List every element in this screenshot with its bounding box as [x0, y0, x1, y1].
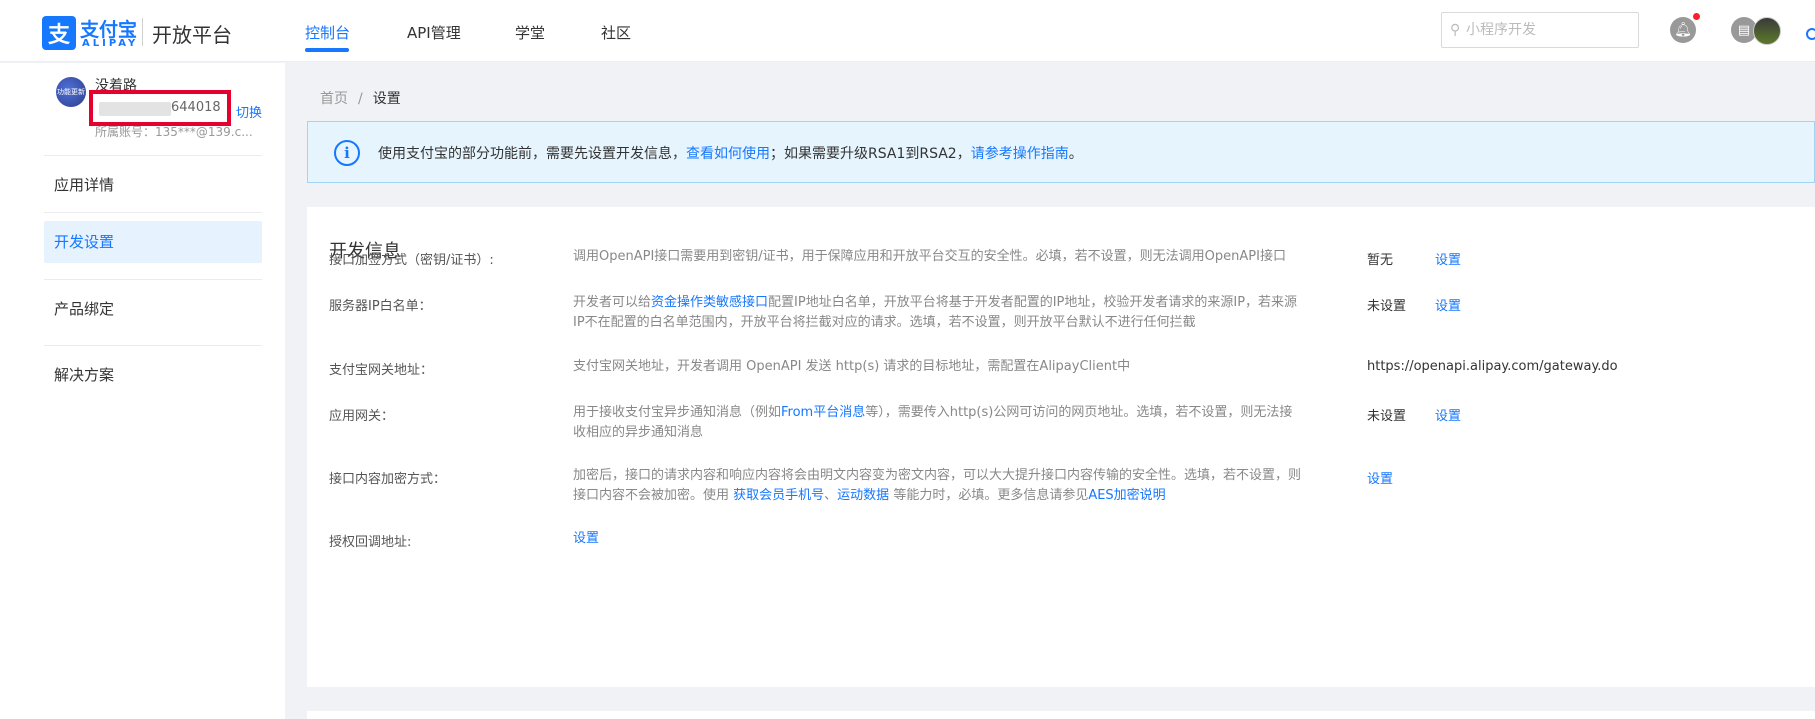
tab-console[interactable]: 控制台 [305, 22, 350, 43]
sidebar-divider [44, 212, 262, 213]
ip-whitelist-status: 未设置 [1367, 299, 1407, 314]
sports-data-link[interactable]: 运动数据 [837, 488, 889, 503]
search-input[interactable] [1466, 19, 1632, 41]
signing-desc: 调用OpenAPI接口需要用到密钥/证书，用于保障应用和开放平台交互的安全性。必… [573, 249, 1286, 264]
tab-api-management[interactable]: API管理 [407, 22, 461, 43]
content-encryption-desc: 加密后，接口的请求内容和响应内容将会由明文内容变为密文内容，可以大大提升接口内容… [573, 466, 1303, 506]
app-id-blurred [99, 102, 171, 116]
active-tab-indicator [305, 48, 349, 52]
alert-text-part: 。 [1068, 146, 1083, 162]
content-encryption-label: 接口内容加密方式： [329, 472, 447, 487]
breadcrumb: 首页 / 设置 [320, 88, 401, 108]
top-navbar: 支 支付宝 ALIPAY 开放平台 控制台 API管理 学堂 社区 ⚲ 🔔︎ ▤ [0, 0, 1815, 62]
sidebar-item-dev-settings[interactable]: 开发设置 [44, 221, 262, 263]
app-gateway-status: 未设置 [1367, 409, 1407, 424]
ip-whitelist-desc: 开发者可以给资金操作类敏感接口配置IP地址白名单，开放平台将基于开发者配置的IP… [573, 293, 1303, 333]
notification-badge [1693, 13, 1700, 20]
desc-text: 、 [824, 488, 838, 503]
sidebar-divider [44, 155, 262, 156]
account-label: 所属账号：135***@139.c... [95, 125, 253, 139]
operation-guide-link[interactable]: 请参考操作指南 [971, 146, 1069, 162]
breadcrumb-home[interactable]: 首页 [320, 91, 348, 107]
desc-text: 等能力时，必填。更多信息请参见 [889, 488, 1089, 503]
gateway-desc: 支付宝网关地址，开发者调用 OpenAPI 发送 http(s) 请求的目标地址… [573, 359, 1131, 374]
ip-whitelist-label: 服务器IP白名单： [329, 299, 432, 314]
desc-text: 开发者可以给 [573, 295, 652, 310]
sidebar-divider [44, 279, 262, 280]
sidebar-item-solutions[interactable]: 解决方案 [44, 354, 262, 396]
switch-app-link[interactable]: 切换 [236, 102, 262, 121]
sensitive-api-link[interactable]: 资金操作类敏感接口 [651, 295, 768, 310]
gateway-url: https://openapi.alipay.com/gateway.do [1367, 359, 1618, 374]
alert-text: 使用支付宝的部分功能前，需要先设置开发信息，查看如何使用；如果需要升级RSA1到… [378, 143, 1083, 163]
edge-ring-icon[interactable] [1806, 28, 1815, 40]
signing-set-link[interactable]: 设置 [1435, 249, 1461, 268]
sidebar-item-app-details[interactable]: 应用详情 [44, 164, 262, 206]
info-alert: i 使用支付宝的部分功能前，需要先设置开发信息，查看如何使用；如果需要升级RSA… [307, 121, 1815, 183]
signing-status: 暂无 [1367, 253, 1394, 268]
app-gateway-set-link[interactable]: 设置 [1435, 405, 1461, 424]
desc-text: 用于接收支付宝异步通知消息（例如 [573, 405, 782, 420]
ip-whitelist-set-link[interactable]: 设置 [1435, 295, 1461, 314]
app-id-suffix: 644018 [171, 100, 221, 115]
dev-info-card: 开发信息 接口加签方式（密钥/证书）: 调用OpenAPI接口需要用到密钥/证书… [307, 207, 1815, 687]
info-icon: i [334, 140, 360, 166]
logo-divider [142, 18, 143, 46]
logo-subtitle-en: ALIPAY [82, 38, 139, 49]
member-phone-link[interactable]: 获取会员手机号 [733, 488, 824, 503]
alert-text-part: 使用支付宝的部分功能前，需要先设置开发信息， [378, 146, 686, 162]
platform-message-link[interactable]: From平台消息 [781, 405, 865, 420]
breadcrumb-separator: / [358, 91, 363, 107]
platform-name[interactable]: 开放平台 [152, 19, 232, 48]
breadcrumb-current: 设置 [372, 91, 401, 107]
tab-community[interactable]: 社区 [601, 22, 631, 43]
next-card-edge [307, 711, 1815, 719]
content-encryption-set-link[interactable]: 设置 [1367, 468, 1393, 487]
sidebar: 功能更新 没着路 644018 切换 所属账号：135***@139.c... … [0, 63, 285, 719]
how-to-use-link[interactable]: 查看如何使用 [686, 146, 770, 162]
aes-doc-link[interactable]: AES加密说明 [1088, 488, 1165, 503]
auth-callback-set-link[interactable]: 设置 [573, 529, 1303, 549]
search-box[interactable]: ⚲ [1441, 12, 1639, 48]
user-avatar[interactable] [1753, 17, 1781, 45]
signing-label: 接口加签方式（密钥/证书）: [329, 253, 494, 268]
app-avatar[interactable]: 功能更新 [56, 77, 86, 107]
gateway-label: 支付宝网关地址： [329, 363, 434, 378]
tab-academy[interactable]: 学堂 [515, 22, 545, 43]
sidebar-item-product-binding[interactable]: 产品绑定 [44, 288, 262, 330]
alipay-logo-icon[interactable]: 支 [42, 16, 76, 50]
search-icon: ⚲ [1450, 22, 1461, 38]
sidebar-divider [44, 345, 262, 346]
app-gateway-label: 应用网关： [329, 409, 395, 424]
alert-text-part: ；如果需要升级RSA1到RSA2， [770, 146, 971, 162]
app-id-highlight-box: 644018 [89, 90, 231, 126]
notification-bell-icon[interactable]: 🔔︎ [1670, 17, 1696, 43]
auth-callback-label: 授权回调地址: [329, 535, 412, 550]
app-gateway-desc: 用于接收支付宝异步通知消息（例如From平台消息等），需要传入http(s)公网… [573, 403, 1303, 443]
